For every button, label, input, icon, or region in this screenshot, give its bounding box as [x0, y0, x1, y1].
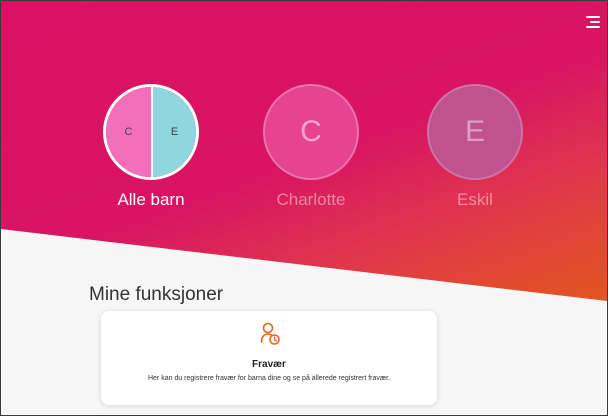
- charlotte-avatar: C: [263, 84, 359, 180]
- feature-description: Her kan du registrere fravær for barna d…: [147, 375, 390, 382]
- all-children-avatar: C E: [103, 84, 199, 180]
- eskil-avatar: E: [427, 84, 523, 180]
- child-name-label: Charlotte: [276, 190, 346, 209]
- child-name-label: Alle barn: [117, 190, 185, 209]
- section-title: Mine funksjoner: [89, 284, 224, 305]
- child-selector-charlotte[interactable]: C Charlotte: [251, 84, 371, 210]
- child-selector-all[interactable]: C E Alle barn: [91, 84, 211, 210]
- person-clock-icon: [260, 322, 280, 345]
- avatar-initial-left: C: [106, 87, 151, 177]
- child-selector-eskil[interactable]: E Eskil: [415, 84, 535, 210]
- feature-title: Fravær: [252, 359, 286, 370]
- avatar-initial-right: E: [151, 87, 196, 177]
- app-window: C E Alle barn C Charlotte E Eskil Mine f…: [0, 0, 608, 416]
- hamburger-menu-icon[interactable]: [586, 16, 600, 28]
- feature-card-fravaer[interactable]: Fravær Her kan du registrere fravær for …: [101, 311, 437, 405]
- child-name-label: Eskil: [457, 190, 493, 209]
